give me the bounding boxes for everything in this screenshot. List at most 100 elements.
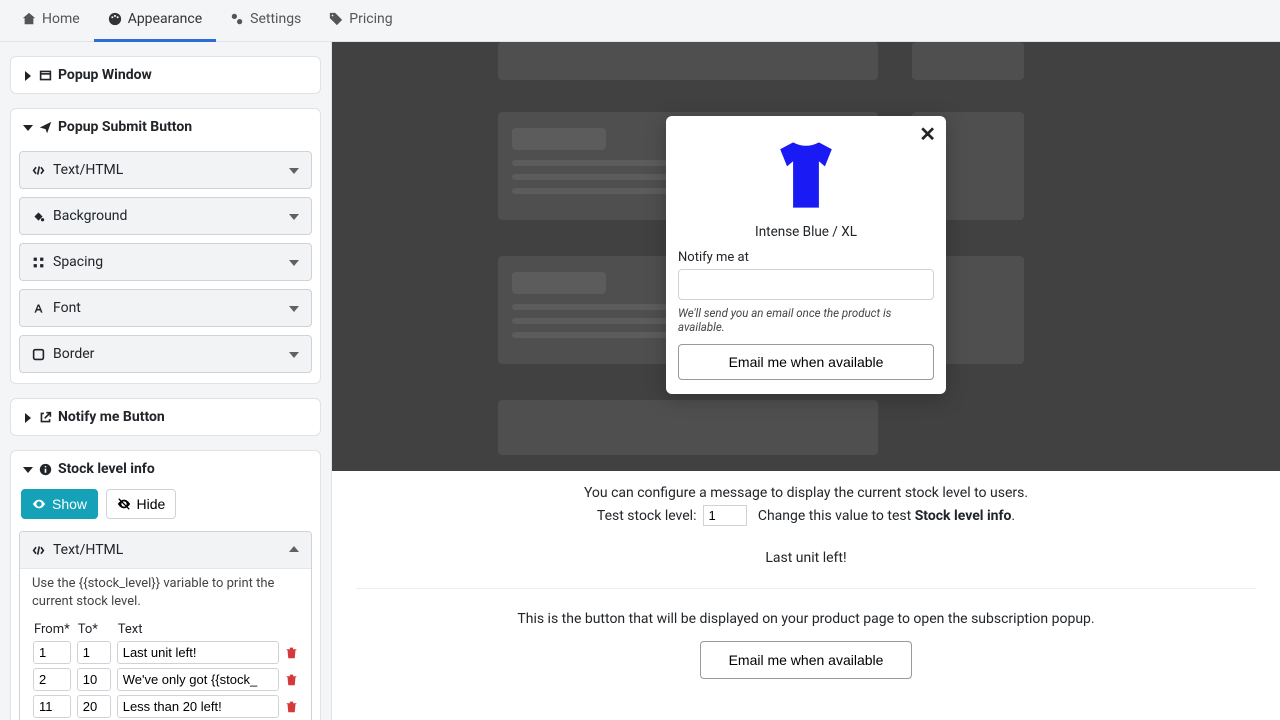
gear-icon bbox=[230, 12, 244, 26]
info-icon bbox=[39, 463, 52, 476]
panel-stock-info: Stock level info Show Hide Text/HTML Use… bbox=[10, 450, 321, 720]
hide-button[interactable]: Hide bbox=[106, 489, 177, 519]
notify-button-desc: This is the button that will be displaye… bbox=[356, 611, 1256, 627]
accordion-spacing[interactable]: Spacing bbox=[19, 243, 312, 281]
accordion-border-label: Border bbox=[53, 346, 94, 362]
rule-to-input[interactable] bbox=[77, 695, 111, 718]
panel-stock-info-title: Stock level info bbox=[58, 461, 155, 477]
accordion-text-label: Text/HTML bbox=[53, 162, 123, 178]
panel-notify-button-title: Notify me Button bbox=[58, 409, 165, 425]
accordion-text[interactable]: Text/HTML bbox=[19, 151, 312, 189]
rules-col-text: Text bbox=[114, 620, 282, 639]
notify-email-input[interactable] bbox=[678, 269, 934, 300]
nav-pricing-label: Pricing bbox=[349, 11, 392, 27]
chevron-down-icon bbox=[289, 254, 299, 270]
accordion-font-label: Font bbox=[53, 300, 81, 316]
preview-popup: ✕ Intense Blue / XL Notify me at We'll s… bbox=[666, 116, 946, 394]
show-button-label: Show bbox=[52, 496, 87, 512]
rule-from-input[interactable] bbox=[33, 668, 71, 691]
chevron-down-icon bbox=[289, 346, 299, 362]
stock-config-msg: You can configure a message to display t… bbox=[356, 485, 1256, 501]
panel-notify-button: Notify me Button bbox=[10, 398, 321, 436]
below-preview: You can configure a message to display t… bbox=[332, 471, 1280, 693]
chevron-up-icon bbox=[289, 542, 299, 558]
window-icon bbox=[39, 69, 52, 82]
preview-area: ✕ Intense Blue / XL Notify me at We'll s… bbox=[332, 42, 1280, 720]
rule-delete-button[interactable] bbox=[282, 666, 301, 693]
nav-home[interactable]: Home bbox=[8, 0, 94, 42]
nav-settings[interactable]: Settings bbox=[216, 0, 315, 42]
stock-text-accordion[interactable]: Text/HTML bbox=[20, 532, 311, 569]
nav-home-label: Home bbox=[42, 11, 80, 27]
change-bold: Stock level info bbox=[915, 508, 1012, 524]
chevron-down-icon bbox=[23, 461, 33, 477]
panel-popup-window: Popup Window bbox=[10, 56, 321, 94]
home-icon bbox=[22, 12, 36, 26]
panel-stock-info-header[interactable]: Stock level info bbox=[11, 451, 320, 487]
border-icon bbox=[32, 348, 45, 361]
panel-popup-window-title: Popup Window bbox=[58, 67, 152, 83]
hide-button-label: Hide bbox=[137, 496, 166, 512]
nav-appearance[interactable]: Appearance bbox=[94, 0, 216, 42]
test-stock-label: Test stock level: bbox=[597, 508, 697, 524]
send-icon bbox=[39, 121, 52, 134]
change-pre: Change this value to test bbox=[758, 508, 915, 524]
chevron-right-icon bbox=[23, 409, 33, 425]
stock-live-msg: Last unit left! bbox=[356, 550, 1256, 566]
spacing-icon bbox=[32, 256, 45, 269]
accordion-font[interactable]: Font bbox=[19, 289, 312, 327]
rule-from-input[interactable] bbox=[33, 695, 71, 718]
accordion-background[interactable]: Background bbox=[19, 197, 312, 235]
rule-delete-button[interactable] bbox=[282, 693, 301, 720]
chevron-down-icon bbox=[23, 119, 33, 135]
panel-popup-submit-header[interactable]: Popup Submit Button bbox=[11, 109, 320, 145]
preview-stage: ✕ Intense Blue / XL Notify me at We'll s… bbox=[332, 42, 1280, 471]
stock-text-accordion-label: Text/HTML bbox=[53, 542, 123, 558]
top-nav: Home Appearance Settings Pricing bbox=[0, 0, 1280, 42]
rule-text-input[interactable] bbox=[117, 641, 279, 664]
rule-row bbox=[30, 693, 301, 720]
panel-notify-button-header[interactable]: Notify me Button bbox=[11, 399, 320, 435]
font-icon bbox=[32, 302, 45, 315]
eye-icon bbox=[32, 497, 46, 511]
popup-fineprint: We'll send you an email once the product… bbox=[678, 306, 934, 334]
accordion-spacing-label: Spacing bbox=[53, 254, 103, 270]
rule-to-input[interactable] bbox=[77, 641, 111, 664]
show-button[interactable]: Show bbox=[21, 489, 98, 519]
test-stock-input[interactable] bbox=[703, 505, 747, 526]
rule-text-input[interactable] bbox=[117, 695, 279, 718]
rule-row bbox=[30, 666, 301, 693]
panel-popup-submit: Popup Submit Button Text/HTML Background… bbox=[10, 108, 321, 384]
chevron-down-icon bbox=[289, 162, 299, 178]
nav-pricing[interactable]: Pricing bbox=[315, 0, 406, 42]
rule-delete-button[interactable] bbox=[282, 639, 301, 666]
rules-table: From* To* Text bbox=[30, 620, 301, 720]
chevron-down-icon bbox=[289, 208, 299, 224]
chevron-down-icon bbox=[289, 300, 299, 316]
popup-close-button[interactable]: ✕ bbox=[919, 122, 936, 146]
tag-icon bbox=[329, 12, 343, 26]
sidebar: Popup Window Popup Submit Button Text/HT… bbox=[0, 42, 332, 720]
product-name: Intense Blue / XL bbox=[678, 224, 934, 240]
fill-icon bbox=[32, 210, 45, 223]
panel-popup-window-header[interactable]: Popup Window bbox=[11, 57, 320, 93]
rule-from-input[interactable] bbox=[33, 641, 71, 664]
product-image bbox=[761, 130, 851, 220]
accordion-background-label: Background bbox=[53, 208, 127, 224]
chevron-right-icon bbox=[23, 67, 33, 83]
notify-label: Notify me at bbox=[678, 250, 934, 265]
rules-col-to: To* bbox=[74, 620, 114, 639]
code-icon bbox=[32, 544, 45, 557]
rule-to-input[interactable] bbox=[77, 668, 111, 691]
rules-col-from: From* bbox=[30, 620, 74, 639]
popup-submit-button[interactable]: Email me when available bbox=[678, 344, 934, 380]
nav-appearance-label: Appearance bbox=[128, 11, 202, 27]
accordion-border[interactable]: Border bbox=[19, 335, 312, 373]
rule-row bbox=[30, 639, 301, 666]
rule-text-input[interactable] bbox=[117, 668, 279, 691]
panel-popup-submit-title: Popup Submit Button bbox=[58, 119, 192, 135]
eye-off-icon bbox=[117, 497, 131, 511]
stock-hint-text: Use the {{stock_level}} variable to prin… bbox=[20, 569, 311, 620]
notify-me-button[interactable]: Email me when available bbox=[700, 641, 913, 679]
external-icon bbox=[39, 411, 52, 424]
